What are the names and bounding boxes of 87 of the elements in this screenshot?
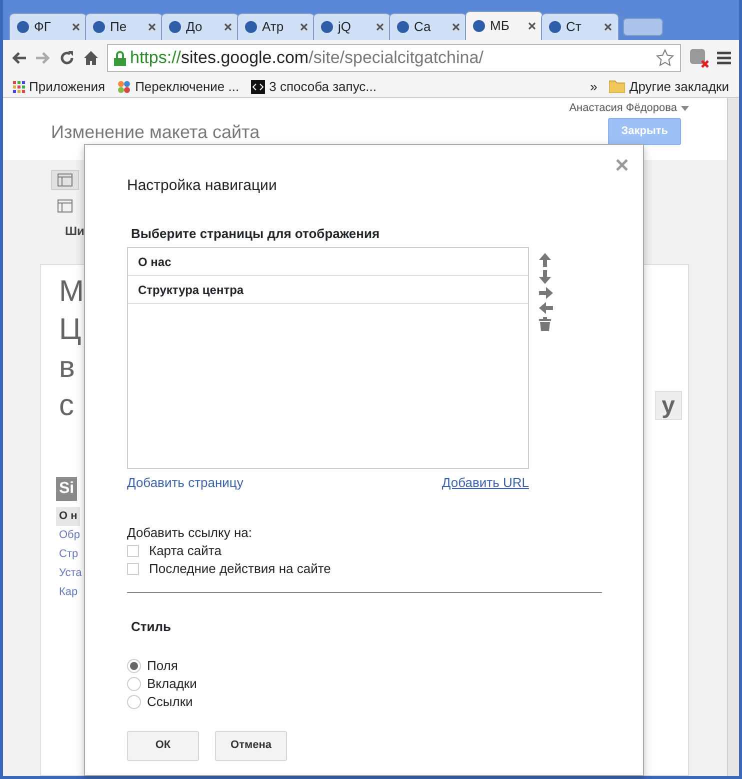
arrow-down-icon[interactable] xyxy=(539,270,551,284)
pages-label: Выберите страницы для отображения xyxy=(131,224,381,243)
apps-grid-icon xyxy=(13,80,25,92)
extension-icon[interactable] xyxy=(689,48,709,68)
close-icon[interactable] xyxy=(376,23,384,31)
layout-icon xyxy=(57,173,73,187)
favicon-icon xyxy=(472,19,486,33)
menu-icon[interactable] xyxy=(717,51,731,65)
heading-fragment: М xyxy=(59,274,85,310)
close-icon[interactable] xyxy=(604,23,612,31)
bookmark[interactable]: 3 способа запус... xyxy=(251,76,377,96)
layout-icon[interactable] xyxy=(57,199,73,213)
close-icon[interactable] xyxy=(300,23,308,31)
home-icon[interactable] xyxy=(83,50,99,66)
dialog-title: Настройка навигации xyxy=(127,176,278,196)
radio-button[interactable] xyxy=(127,658,141,672)
radio-label: Поля xyxy=(147,656,178,675)
radio-label: Ссылки xyxy=(147,692,193,711)
url-text: https://sites.google.com/site/specialcitgatchina/ xyxy=(130,47,484,70)
favicon-icon xyxy=(16,20,30,34)
caret-icon[interactable] xyxy=(681,106,689,111)
add-url-link[interactable]: Добавить URL xyxy=(442,473,529,492)
browser-tab[interactable]: МБ xyxy=(465,11,543,40)
close-icon[interactable] xyxy=(616,159,628,171)
reload-icon[interactable] xyxy=(59,50,75,66)
bookmark[interactable]: Переключение ... xyxy=(117,76,240,96)
preview-button-text: у xyxy=(654,391,682,420)
radio-button[interactable] xyxy=(127,694,141,708)
favicon-icon xyxy=(548,20,562,34)
close-icon[interactable] xyxy=(72,23,80,31)
style-label: Стиль xyxy=(131,618,172,636)
close-icon[interactable] xyxy=(528,22,536,30)
sidebar-item[interactable]: О н xyxy=(56,507,80,526)
folder-icon xyxy=(609,80,626,93)
sidebar-item[interactable]: Уста xyxy=(59,564,85,583)
heading-fragment: с xyxy=(59,388,75,424)
layout-label: Ши xyxy=(65,223,84,240)
browser-tab[interactable]: Пе xyxy=(85,13,163,40)
dialog-button[interactable]: ОК xyxy=(127,730,199,760)
page-title: Изменение макета сайта xyxy=(51,120,260,144)
favicon-icon xyxy=(320,20,334,34)
dialog-button[interactable]: Отмена xyxy=(215,730,287,760)
layout-option[interactable] xyxy=(51,170,79,190)
browser-tab[interactable]: ФГ xyxy=(9,13,87,40)
checkbox-label: Карта сайта xyxy=(149,542,222,560)
browser-tab[interactable]: До xyxy=(161,13,239,40)
checkbox[interactable] xyxy=(127,545,139,557)
bookmarks-overflow[interactable]: » xyxy=(590,76,598,96)
bookmark[interactable]: Приложения xyxy=(13,76,106,96)
sidebar-item[interactable]: Обр xyxy=(59,526,83,545)
browser-tab[interactable]: Са xyxy=(389,13,467,40)
favicon-icon xyxy=(168,20,182,34)
favicon-icon xyxy=(244,20,258,34)
trash-icon[interactable] xyxy=(539,317,551,331)
page-item[interactable]: Структура центра xyxy=(128,276,528,304)
add-page-link[interactable]: Добавить страницу xyxy=(127,473,244,492)
radio-label: Вкладки xyxy=(147,674,197,693)
close-icon[interactable] xyxy=(452,23,460,31)
heading-fragment: в xyxy=(59,350,76,386)
puzzle-logo-icon xyxy=(117,80,132,94)
scrollbar[interactable] xyxy=(727,98,739,776)
favicon-icon xyxy=(396,20,410,34)
close-icon[interactable] xyxy=(224,23,232,31)
checkbox-label: Последние действия на сайте xyxy=(149,560,331,578)
browser-tab[interactable]: Атр xyxy=(237,13,315,40)
other-bookmarks[interactable]: Другие закладки xyxy=(609,76,729,96)
arrow-left-icon[interactable] xyxy=(539,302,553,314)
browser-tab[interactable]: jQ xyxy=(313,13,391,40)
heading-fragment: Ц xyxy=(59,312,82,348)
sidebar-item[interactable]: Кар xyxy=(59,583,81,602)
favicon-icon xyxy=(92,20,106,34)
add-link-label: Добавить ссылку на: xyxy=(127,524,253,542)
sidebar-title: Si xyxy=(56,477,78,501)
lock-icon xyxy=(114,50,126,66)
checkbox[interactable] xyxy=(127,563,139,575)
back-icon[interactable] xyxy=(11,51,27,65)
page-item[interactable]: О нас xyxy=(128,248,528,276)
browser-tab[interactable]: Ст xyxy=(541,13,619,40)
arrow-right-icon[interactable] xyxy=(539,287,553,299)
star-icon[interactable] xyxy=(656,49,674,67)
radio-button[interactable] xyxy=(127,676,141,690)
code-icon xyxy=(251,80,266,94)
address-bar[interactable]: https://sites.google.com/site/specialcitgatchina/ xyxy=(107,44,681,72)
close-icon[interactable] xyxy=(148,23,156,31)
arrow-up-icon[interactable] xyxy=(539,253,551,267)
sidebar-item[interactable]: Стр xyxy=(59,545,82,564)
user-name[interactable]: Анастасия Фёдорова xyxy=(569,100,677,116)
